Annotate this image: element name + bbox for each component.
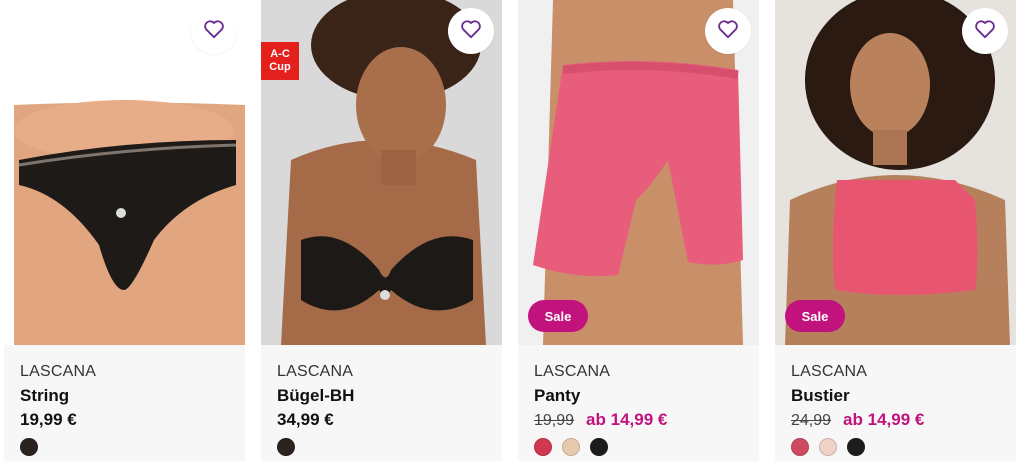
product-name[interactable]: Bügel-BH <box>277 385 492 407</box>
wishlist-button[interactable] <box>962 8 1008 54</box>
color-swatch[interactable] <box>534 438 552 456</box>
current-price: 34,99 € <box>277 410 334 429</box>
product-name[interactable]: Panty <box>534 385 749 407</box>
color-swatches <box>534 438 608 456</box>
old-price: 24,99 <box>791 412 832 429</box>
product-price: 24,99 ab 14,99 € <box>791 409 1006 431</box>
color-swatch[interactable] <box>847 438 865 456</box>
product-name[interactable]: String <box>20 385 235 407</box>
product-price: 19,99 € <box>20 409 235 431</box>
product-card-panty[interactable]: Sale LASCANA Panty 19,99 ab 14,99 € <box>518 0 759 461</box>
sale-badge: Sale <box>528 300 588 332</box>
wishlist-button[interactable] <box>191 8 237 54</box>
color-swatches <box>277 438 295 456</box>
color-swatch[interactable] <box>819 438 837 456</box>
color-swatches <box>791 438 865 456</box>
badge-line: Cup <box>269 61 291 73</box>
product-brand: LASCANA <box>277 363 354 380</box>
product-brand: LASCANA <box>791 363 868 380</box>
product-card-string[interactable]: LASCANA String 19,99 € <box>4 0 245 461</box>
old-price: 19,99 <box>534 412 575 429</box>
product-price: 34,99 € <box>277 409 492 431</box>
heart-icon <box>974 19 996 44</box>
color-swatch[interactable] <box>277 438 295 456</box>
heart-icon <box>203 19 225 44</box>
sale-price: ab 14,99 € <box>586 410 668 429</box>
product-grid: LASCANA String 19,99 € A-C Cup LASCANA B… <box>0 0 1024 461</box>
wishlist-button[interactable] <box>705 8 751 54</box>
heart-icon <box>460 19 482 44</box>
product-brand: LASCANA <box>20 363 97 380</box>
product-brand: LASCANA <box>534 363 611 380</box>
color-swatch[interactable] <box>590 438 608 456</box>
color-swatches <box>20 438 38 456</box>
sale-price: ab 14,99 € <box>843 410 925 429</box>
sale-badge: Sale <box>785 300 845 332</box>
product-name[interactable]: Bustier <box>791 385 1006 407</box>
product-price: 19,99 ab 14,99 € <box>534 409 749 431</box>
cup-size-badge: A-C Cup <box>261 42 299 80</box>
color-swatch[interactable] <box>791 438 809 456</box>
wishlist-button[interactable] <box>448 8 494 54</box>
product-card-bustier[interactable]: Sale LASCANA Bustier 24,99 ab 14,99 € <box>775 0 1016 461</box>
product-card-buegel-bh[interactable]: A-C Cup LASCANA Bügel-BH 34,99 € <box>261 0 502 461</box>
heart-icon <box>717 19 739 44</box>
badge-line: A-C <box>270 48 290 60</box>
color-swatch[interactable] <box>20 438 38 456</box>
current-price: 19,99 € <box>20 410 77 429</box>
color-swatch[interactable] <box>562 438 580 456</box>
